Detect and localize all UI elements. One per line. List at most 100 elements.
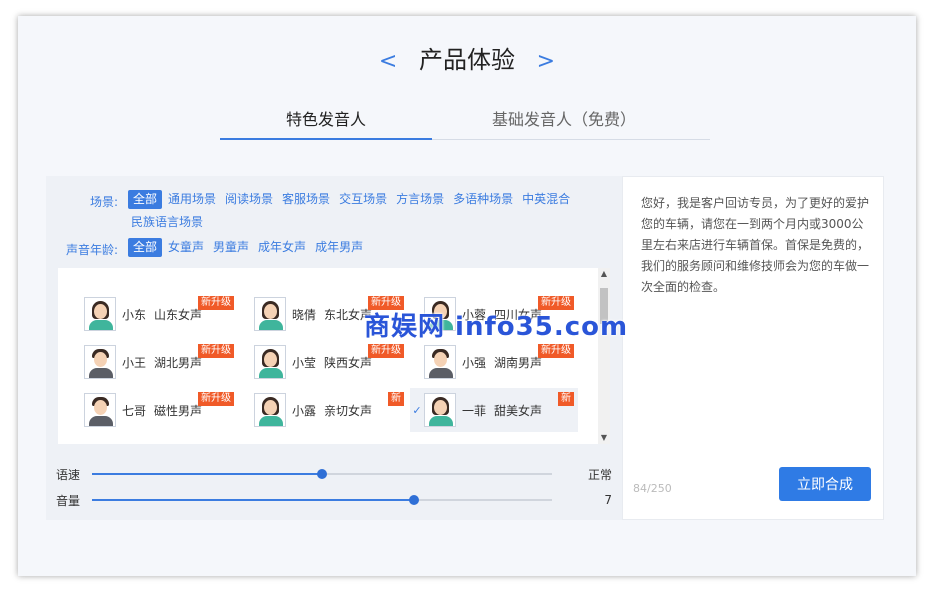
speed-knob[interactable] [317, 469, 327, 479]
tab-bar: 特色发音人 基础发音人（免费） [220, 106, 710, 140]
new-badge: 新升级 [198, 296, 234, 310]
scene-chip[interactable]: 阅读场景 [222, 190, 276, 209]
volume-label: 音量 [56, 493, 81, 508]
char-counter: 84/250 [633, 482, 672, 495]
avatar [424, 393, 456, 427]
page-title: 产品体验 [419, 46, 515, 74]
voice-name: 小强 [462, 355, 487, 370]
avatar [84, 345, 116, 379]
avatar-body [429, 416, 453, 426]
avatar-body [259, 320, 283, 330]
avatar [424, 345, 456, 379]
voice-card[interactable]: ✓ 一菲 甜美女声 新 [410, 388, 578, 432]
avatar-face [94, 400, 107, 415]
scene-chip[interactable]: 通用场景 [165, 190, 219, 209]
voice-card[interactable]: 小王 湖北男声 新升级 [70, 340, 238, 384]
avatar-body [429, 368, 453, 378]
new-badge: 新升级 [538, 344, 574, 358]
age-filter-label: 声音年龄: [65, 243, 118, 257]
new-badge: 新升级 [368, 344, 404, 358]
voice-desc: 湖南男声 [494, 355, 543, 370]
speed-slider: 语速 正常 [56, 466, 612, 482]
voice-name: 晓倩 [292, 307, 317, 322]
voice-card[interactable]: 小东 山东女声 新升级 [70, 292, 238, 336]
scene-chip[interactable]: 中英混合 [519, 190, 573, 209]
scene-chip[interactable]: 客服场景 [279, 190, 333, 209]
speed-value: 正常 [587, 467, 612, 482]
voice-name: 一菲 [462, 403, 487, 418]
new-badge: 新 [388, 392, 404, 406]
volume-fill [92, 499, 414, 501]
section-title: < 产品体验 > [18, 40, 916, 75]
scene-chip[interactable]: 交互场景 [336, 190, 390, 209]
voice-desc: 湖北男声 [154, 355, 203, 370]
speed-track[interactable] [92, 469, 552, 479]
avatar [254, 393, 286, 427]
avatar-face [434, 400, 447, 415]
avatar-face [434, 352, 447, 367]
avatar-body [89, 416, 113, 426]
avatar [254, 345, 286, 379]
voice-name: 小莹 [292, 355, 317, 370]
check-icon: ✓ [412, 403, 422, 417]
age-chip[interactable]: 成年女声 [255, 238, 309, 257]
voice-desc: 亲切女声 [324, 403, 373, 418]
scroll-up-icon[interactable]: ▲ [598, 268, 610, 280]
scene-chip[interactable]: 方言场景 [393, 190, 447, 209]
voice-name: 七哥 [122, 403, 147, 418]
speed-fill [92, 473, 322, 475]
voice-desc: 陕西女声 [324, 355, 373, 370]
avatar-face [94, 304, 107, 319]
scene-chip[interactable]: 民族语言场景 [128, 213, 206, 232]
avatar-body [259, 368, 283, 378]
voice-panel: 场景: 全部 通用场景 阅读场景 客服场景 交互场景 方言场景 多语种场景 中英混合 民族语言场… [46, 176, 622, 520]
next-arrow-icon[interactable]: > [537, 49, 555, 74]
age-chip[interactable]: 全部 [128, 238, 163, 257]
synthesis-text[interactable]: 您好，我是客户回访专员，为了更好的爱护您的车辆，请您在一到两个月内或3000公里… [641, 193, 869, 298]
prev-arrow-icon[interactable]: < [379, 49, 397, 74]
volume-slider: 音量 7 [56, 492, 612, 508]
voice-desc: 甜美女声 [494, 403, 543, 418]
voice-desc: 山东女声 [154, 307, 203, 322]
synthesize-button[interactable]: 立即合成 [779, 467, 871, 501]
main-frame: < 产品体验 > 特色发音人 基础发音人（免费） 场景: 全部 通用场景 阅读场景客… [18, 16, 916, 576]
voice-desc: 磁性男声 [154, 403, 203, 418]
scene-filter: 场景: 全部 通用场景 阅读场景 客服场景 交互场景 方言场景 多语种场景 中英混合民族语言场… [46, 190, 578, 236]
age-chip[interactable]: 女童声 [165, 238, 207, 257]
age-chips: 全部 女童声 男童声 成年女声 成年男声 [128, 238, 578, 261]
voice-name: 小露 [292, 403, 317, 418]
avatar [84, 393, 116, 427]
volume-track[interactable] [92, 495, 552, 505]
tab-featured-voices[interactable]: 特色发音人 [220, 106, 432, 140]
voice-card[interactable]: 小莹 陕西女声 新升级 [240, 340, 408, 384]
scene-chip[interactable]: 全部 [128, 190, 163, 209]
age-chip[interactable]: 男童声 [210, 238, 252, 257]
age-filter: 声音年龄: 全部 女童声 男童声 成年女声 成年男声 [46, 238, 578, 261]
voice-card[interactable]: 小露 亲切女声 新 [240, 388, 408, 432]
voice-card[interactable]: 小强 湖南男声 新升级 [410, 340, 578, 384]
new-badge: 新升级 [198, 392, 234, 406]
scene-chip[interactable]: 多语种场景 [450, 190, 516, 209]
new-badge: 新升级 [198, 344, 234, 358]
volume-knob[interactable] [409, 495, 419, 505]
voice-list-scrollbar[interactable]: ▲ ▼ [598, 268, 610, 444]
speed-label: 语速 [56, 467, 81, 482]
avatar [84, 297, 116, 331]
scene-chips: 全部 通用场景 阅读场景 客服场景 交互场景 方言场景 多语种场景 中英混合民族语言场景 [128, 190, 578, 236]
avatar-body [89, 368, 113, 378]
voice-card[interactable]: 七哥 磁性男声 新升级 [70, 388, 238, 432]
avatar-body [89, 320, 113, 330]
scroll-down-icon[interactable]: ▼ [598, 432, 610, 444]
text-panel: 您好，我是客户回访专员，为了更好的爱护您的车辆，请您在一到两个月内或3000公里… [622, 176, 884, 520]
avatar-body [259, 416, 283, 426]
voice-list[interactable]: ▲ ▼ 小东 山东女声 新升级 晓倩 东北女声 新升级 小蓉 四川女声 新升级 小王 湖北男声 新升级… [58, 268, 610, 444]
watermark: 商娱网 info35.com [364, 312, 629, 342]
avatar [254, 297, 286, 331]
new-badge: 新 [558, 392, 574, 406]
avatar-face [264, 400, 277, 415]
age-chip[interactable]: 成年男声 [312, 238, 366, 257]
scene-filter-label: 场景: [89, 195, 118, 209]
volume-value: 7 [604, 493, 612, 507]
tab-basic-voices[interactable]: 基础发音人（免费） [458, 106, 670, 140]
avatar-face [264, 304, 277, 319]
